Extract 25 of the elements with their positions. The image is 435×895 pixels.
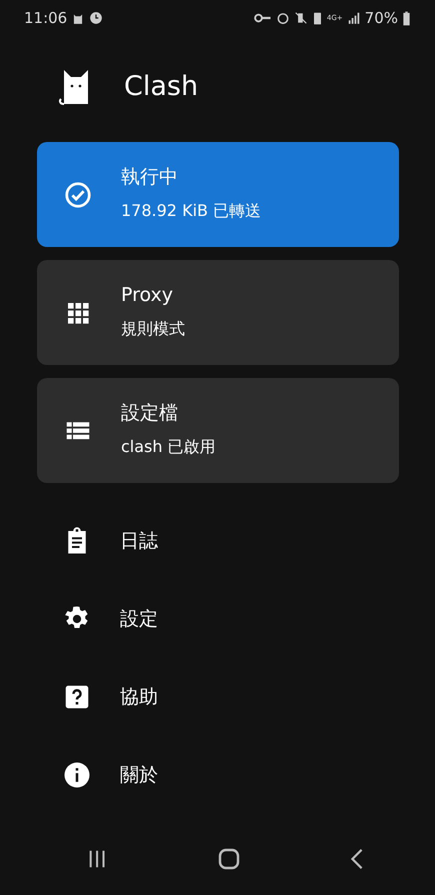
card-subtitle: 178.92 KiB 已轉送 bbox=[121, 200, 262, 222]
menu-item[interactable]: 協助 bbox=[0, 658, 435, 736]
battery-percent: 70% bbox=[364, 8, 398, 29]
signal-icon bbox=[346, 11, 361, 25]
key-icon bbox=[254, 12, 272, 24]
home-icon[interactable] bbox=[216, 847, 240, 871]
card-subtitle: clash 已啟用 bbox=[121, 436, 216, 458]
status-card[interactable]: Proxy 規則模式 bbox=[37, 260, 399, 365]
card-title: 設定檔 bbox=[121, 402, 179, 425]
menu-item[interactable]: 日誌 bbox=[0, 502, 435, 580]
menu-item[interactable]: 設定 bbox=[0, 580, 435, 658]
menu-item[interactable]: 關於 bbox=[0, 736, 435, 814]
card-title: 執行中 bbox=[121, 166, 179, 189]
back-icon[interactable] bbox=[349, 848, 365, 870]
battery-icon bbox=[402, 10, 411, 26]
status-card[interactable]: 設定檔 clash 已啟用 bbox=[37, 378, 399, 483]
card-subtitle: 規則模式 bbox=[121, 318, 185, 340]
status-time: 11:06 bbox=[24, 8, 68, 29]
card-title: Proxy bbox=[121, 284, 174, 307]
check-circle-icon bbox=[63, 180, 93, 210]
info-icon bbox=[62, 760, 92, 790]
clock-icon bbox=[89, 11, 104, 25]
status-card[interactable]: 執行中 178.92 KiB 已轉送 bbox=[37, 142, 399, 247]
vibrate-off-icon bbox=[294, 11, 308, 25]
app-title: Clash bbox=[124, 70, 198, 104]
